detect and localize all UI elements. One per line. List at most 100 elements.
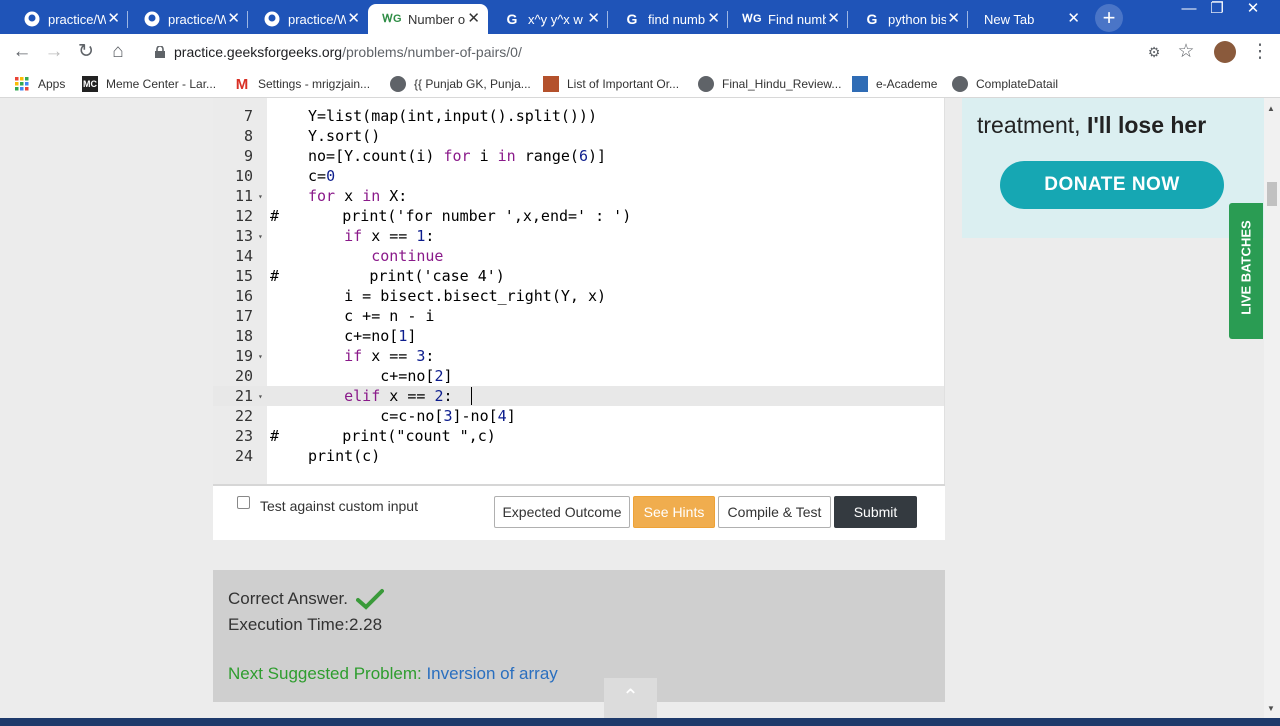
tab-title: x^y y^x w bbox=[528, 11, 583, 27]
code-editor[interactable]: 7 Y=list(map(int,input().split())) 8 Y.sort… bbox=[213, 98, 945, 484]
submit-button[interactable]: Submit bbox=[834, 496, 917, 528]
live-batches-label: LIVE BATCHES bbox=[1238, 220, 1254, 315]
browser-tab[interactable]: Gpython bis ✕ bbox=[848, 4, 968, 34]
code-line[interactable]: 8 Y.sort() bbox=[213, 126, 944, 146]
code-line[interactable]: 23 # print("count ",c) bbox=[213, 426, 944, 446]
next-problem-link[interactable]: Inversion of array bbox=[426, 664, 557, 683]
fold-arrow-icon[interactable]: ▾ bbox=[258, 187, 263, 207]
result-status-row: Correct Answer. bbox=[228, 588, 384, 610]
browser-tab[interactable]: practice/W ✕ bbox=[8, 4, 128, 34]
checkmark-icon bbox=[355, 589, 384, 610]
browser-tab[interactable]: ᎳG Number o ✕ bbox=[368, 4, 488, 34]
code-line[interactable]: 15 # print('case 4') bbox=[213, 266, 944, 286]
browser-tab[interactable]: New Tab ✕ bbox=[968, 4, 1088, 34]
close-tab-icon[interactable]: ✕ bbox=[827, 11, 840, 27]
fold-arrow-icon[interactable]: ▾ bbox=[258, 227, 263, 247]
code-line[interactable]: 20 c+=no[2] bbox=[213, 366, 944, 386]
next-suggested-problem: Next Suggested Problem: Inversion of arr… bbox=[228, 664, 558, 684]
code-line[interactable]: 12 # print('for number ',x,end=' : ') bbox=[213, 206, 944, 226]
home-icon[interactable]: ⌂ bbox=[106, 40, 130, 64]
mc-icon: MC bbox=[82, 76, 98, 92]
bookmark-item[interactable]: List of Important Or... bbox=[543, 76, 679, 92]
browser-tab[interactable]: practice/W ✕ bbox=[248, 4, 368, 34]
close-tab-icon[interactable]: ✕ bbox=[227, 11, 240, 27]
profile-avatar[interactable] bbox=[1214, 41, 1236, 63]
close-tab-icon[interactable]: ✕ bbox=[1067, 11, 1080, 27]
github-icon bbox=[264, 11, 280, 27]
restore-button[interactable]: ❐ bbox=[1200, 0, 1234, 20]
back-icon[interactable]: ← bbox=[10, 40, 34, 64]
close-tab-icon[interactable]: ✕ bbox=[347, 11, 360, 27]
code-line[interactable]: 21 ▾ elif x == 2: bbox=[213, 386, 944, 406]
tab-title: python bis bbox=[888, 11, 946, 27]
code-line[interactable]: 9 no=[Y.count(i) for i in range(6)] bbox=[213, 146, 944, 166]
bookmark-item[interactable]: MC Meme Center - Lar... bbox=[82, 76, 216, 92]
code-line[interactable]: 13 ▾ if x == 1: bbox=[213, 226, 944, 246]
google-icon: G bbox=[506, 11, 518, 27]
tab-title: practice/W bbox=[288, 11, 346, 27]
code-line[interactable]: 7 Y=list(map(int,input().split())) bbox=[213, 106, 944, 126]
tab-title: Find numb bbox=[768, 11, 826, 27]
browser-tab[interactable]: practice/W ✕ bbox=[128, 4, 248, 34]
forward-icon[interactable]: → bbox=[42, 40, 66, 64]
browser-tab[interactable]: Gx^y y^x w ✕ bbox=[488, 4, 608, 34]
close-tab-icon[interactable]: ✕ bbox=[467, 11, 480, 27]
code-line[interactable]: 14 continue bbox=[213, 246, 944, 266]
scroll-down-arrow-icon[interactable]: ▼ bbox=[1267, 704, 1275, 713]
url-text: practice.geeksforgeeks.org/problems/numb… bbox=[174, 44, 522, 60]
fold-arrow-icon[interactable]: ▾ bbox=[258, 387, 263, 407]
code-line[interactable]: 17 c += n - i bbox=[213, 306, 944, 326]
code-line[interactable]: 19 ▾ if x == 3: bbox=[213, 346, 944, 366]
expected-outcome-button[interactable]: Expected Outcome bbox=[494, 496, 630, 528]
lock-icon bbox=[155, 46, 165, 58]
compile-test-button[interactable]: Compile & Test bbox=[718, 496, 831, 528]
code-line[interactable]: 24 print(c) bbox=[213, 446, 944, 466]
fold-arrow-icon[interactable]: ▾ bbox=[258, 347, 263, 367]
scrollbar-thumb[interactable] bbox=[1267, 182, 1277, 206]
code-text: continue bbox=[371, 247, 444, 265]
bookmark-label: Final_Hindu_Review... bbox=[722, 77, 842, 91]
page-scrollbar[interactable]: ▲ ▼ bbox=[1264, 98, 1280, 718]
code-line[interactable]: 11 ▾ for x in X: bbox=[213, 186, 944, 206]
code-line[interactable]: 18 c+=no[1] bbox=[213, 326, 944, 346]
scroll-to-top-button[interactable]: ⌃ bbox=[604, 678, 657, 718]
new-tab-button[interactable]: + bbox=[1095, 4, 1123, 32]
close-window-button[interactable]: ✕ bbox=[1236, 0, 1270, 20]
code-line[interactable]: 22 c=c-no[3]-no[4] bbox=[213, 406, 944, 426]
code-line[interactable]: 16 i = bisect.bisect_right(Y, x) bbox=[213, 286, 944, 306]
bookmark-item[interactable]: Final_Hindu_Review... bbox=[698, 76, 841, 92]
bookmark-item[interactable]: {{ Punjab GK, Punja... bbox=[390, 76, 531, 92]
browser-tab[interactable]: Gfind numb ✕ bbox=[608, 4, 728, 34]
site-settings-icon[interactable]: ⚙ bbox=[1142, 40, 1166, 64]
close-tab-icon[interactable]: ✕ bbox=[107, 11, 120, 27]
custom-input-checkbox[interactable] bbox=[237, 496, 250, 509]
see-hints-button[interactable]: See Hints bbox=[633, 496, 715, 528]
close-tab-icon[interactable]: ✕ bbox=[587, 11, 600, 27]
close-tab-icon[interactable]: ✕ bbox=[707, 11, 720, 27]
bookmark-item[interactable]: M Settings - mrigzjain... bbox=[234, 75, 370, 93]
donation-banner[interactable]: treatment, I'll lose her DONATE NOW bbox=[962, 98, 1264, 238]
bookmark-item[interactable]: Apps bbox=[14, 76, 65, 92]
gmail-icon: M bbox=[235, 75, 249, 93]
bookmark-item[interactable]: ComplateDatail bbox=[952, 76, 1058, 92]
address-bar[interactable]: practice.geeksforgeeks.org/problems/numb… bbox=[142, 40, 1142, 66]
line-number: 10 bbox=[234, 167, 253, 185]
code-text: for x in X: bbox=[308, 187, 408, 205]
result-panel: Correct Answer. Execution Time:2.28 Next… bbox=[213, 570, 945, 702]
bookmark-item[interactable]: e-Academe bbox=[852, 76, 937, 92]
live-batches-tab[interactable]: LIVE BATCHES bbox=[1229, 203, 1263, 339]
text-cursor bbox=[470, 387, 472, 405]
line-number: 12 bbox=[234, 207, 253, 225]
code-line[interactable]: 10 c=0 bbox=[213, 166, 944, 186]
next-label: Next Suggested Problem: bbox=[228, 664, 427, 683]
globe-icon bbox=[390, 76, 406, 92]
bookmark-star-icon[interactable]: ☆ bbox=[1174, 40, 1198, 64]
browser-tab[interactable]: ᎳG Find numb ✕ bbox=[728, 4, 848, 34]
code-text: c+=no[1] bbox=[308, 327, 417, 345]
donate-now-button[interactable]: DONATE NOW bbox=[1000, 161, 1224, 209]
menu-kebab-icon[interactable]: ⋮ bbox=[1248, 40, 1272, 64]
line-number: 23 bbox=[234, 427, 253, 445]
reload-icon[interactable]: ↻ bbox=[74, 40, 98, 64]
close-tab-icon[interactable]: ✕ bbox=[947, 11, 960, 27]
scroll-up-arrow-icon[interactable]: ▲ bbox=[1267, 104, 1275, 113]
